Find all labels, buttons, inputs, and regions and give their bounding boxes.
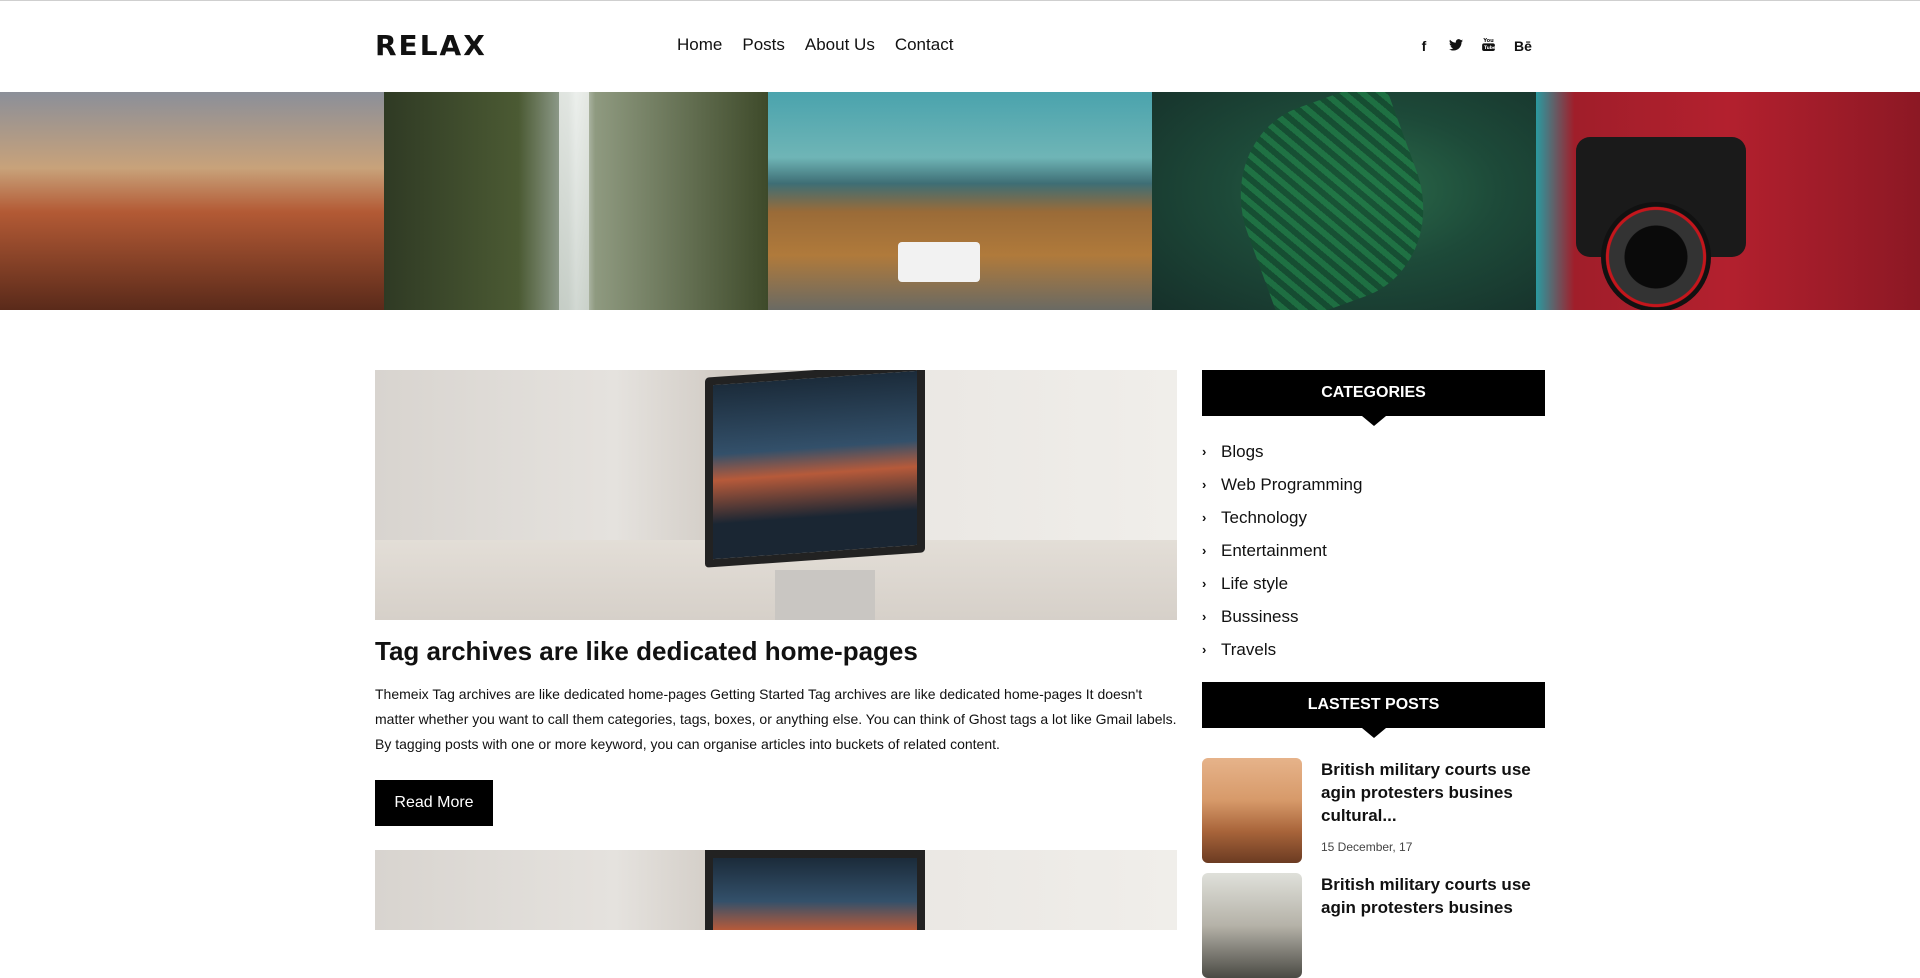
latest-posts-heading: LASTEST POSTS: [1202, 682, 1545, 738]
social-links: f You Tube Bē: [1418, 37, 1551, 54]
site-header: RELAX Home Posts About Us Contact f You T…: [0, 0, 1920, 92]
post-thumbnail[interactable]: [1202, 758, 1302, 863]
read-more-button[interactable]: Read More: [375, 780, 493, 826]
categories-list: › Blogs › Web Programming › Technology › Ent…: [1202, 435, 1362, 666]
category-item[interactable]: › Technology: [1202, 501, 1362, 534]
twitter-icon[interactable]: [1449, 38, 1463, 54]
post-title[interactable]: British military courts use agin protest…: [1321, 758, 1541, 827]
nav-contact[interactable]: Contact: [895, 35, 954, 55]
post-thumbnail[interactable]: [1202, 873, 1302, 978]
article-featured-image[interactable]: [375, 370, 1177, 620]
gallery-image-camera[interactable]: [1536, 92, 1920, 310]
gallery-image-canal[interactable]: [0, 92, 384, 310]
chevron-right-icon: ›: [1202, 642, 1207, 657]
chevron-right-icon: ›: [1202, 477, 1207, 492]
site-logo[interactable]: RELAX: [375, 29, 487, 62]
category-item[interactable]: › Life style: [1202, 567, 1362, 600]
article-title[interactable]: Tag archives are like dedicated home-pag…: [375, 636, 918, 667]
chevron-right-icon: ›: [1202, 444, 1207, 459]
article-featured-image[interactable]: [375, 850, 1177, 930]
behance-icon[interactable]: Bē: [1514, 38, 1532, 54]
category-item[interactable]: › Blogs: [1202, 435, 1362, 468]
chevron-right-icon: ›: [1202, 576, 1207, 591]
nav-home[interactable]: Home: [677, 35, 722, 55]
image-gallery: [0, 92, 1920, 310]
chevron-right-icon: ›: [1202, 609, 1207, 624]
youtube-icon[interactable]: You Tube: [1482, 37, 1496, 54]
nav-posts[interactable]: Posts: [742, 35, 785, 55]
facebook-icon[interactable]: f: [1418, 38, 1430, 54]
post-date: 15 December, 17: [1321, 840, 1413, 854]
chevron-right-icon: ›: [1202, 543, 1207, 558]
svg-text:You: You: [1482, 38, 1494, 44]
nav-about-us[interactable]: About Us: [805, 35, 875, 55]
svg-text:Tube: Tube: [1484, 45, 1495, 51]
chevron-right-icon: ›: [1202, 510, 1207, 525]
categories-heading: CATEGORIES: [1202, 370, 1545, 426]
category-item[interactable]: › Bussiness: [1202, 600, 1362, 633]
category-item[interactable]: › Travels: [1202, 633, 1362, 666]
category-item[interactable]: › Entertainment: [1202, 534, 1362, 567]
gallery-image-waterfall[interactable]: [384, 92, 768, 310]
post-title[interactable]: British military courts use agin protest…: [1321, 873, 1541, 919]
gallery-image-landscape[interactable]: [768, 92, 1152, 310]
main-nav: Home Posts About Us Contact: [677, 35, 973, 55]
category-item[interactable]: › Web Programming: [1202, 468, 1362, 501]
gallery-image-fern[interactable]: [1152, 92, 1536, 310]
article-excerpt: Themeix Tag archives are like dedicated …: [375, 686, 1177, 752]
